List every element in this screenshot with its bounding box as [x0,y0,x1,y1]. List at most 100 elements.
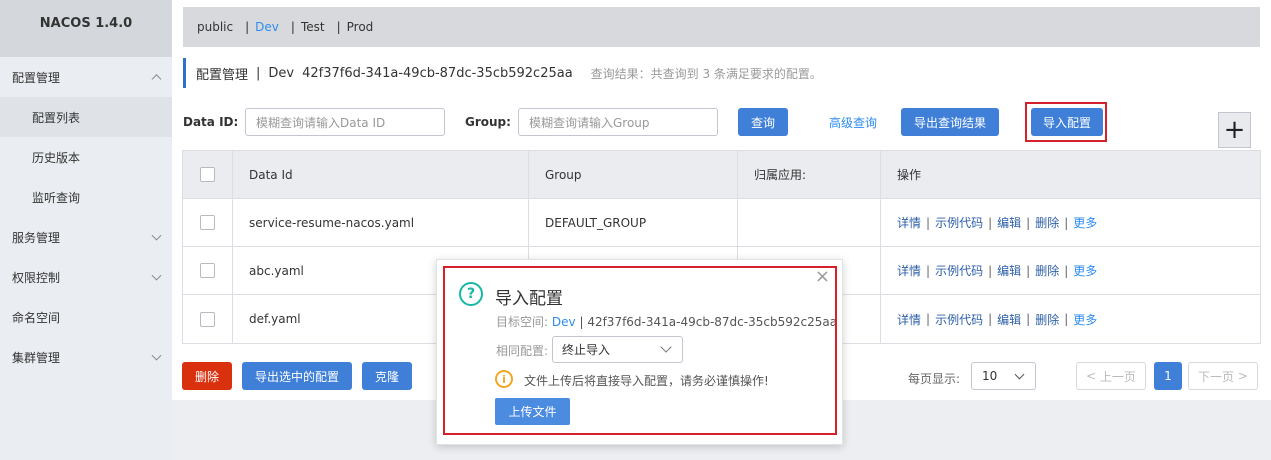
sidebar-item-0[interactable]: 配置管理 [0,57,172,97]
export-selected-button[interactable]: 导出选中的配置 [242,362,352,390]
cell-ops: 详情 | 示例代码 | 编辑 | 删除 | 更多 [881,199,1260,246]
op-link-4[interactable]: 更多 [1073,311,1097,328]
op-link-1[interactable]: 示例代码 [935,311,983,328]
sidebar-item-1[interactable]: 配置列表 [0,97,172,137]
prev-page-button[interactable]: < 上一页 [1076,362,1146,390]
op-separator: | [1064,215,1069,230]
namespace-separator: | [245,20,250,34]
header-dataid: Data Id [233,151,529,198]
op-separator: | [988,312,993,326]
op-separator: | [1026,312,1031,326]
export-query-button[interactable]: 导出查询结果 [901,108,999,136]
group-label: Group: [465,115,511,129]
page-size-select[interactable]: 10 [971,362,1036,390]
op-link-3[interactable]: 删除 [1035,262,1059,279]
op-link-0[interactable]: 详情 [897,262,921,279]
op-separator: | [926,312,931,326]
op-link-0[interactable]: 详情 [897,311,921,328]
op-link-0[interactable]: 详情 [897,214,921,231]
advanced-query-link[interactable]: 高级查询 [823,108,883,136]
chevron-down-icon [151,350,162,361]
op-separator: | [1064,312,1069,326]
header-checkbox-cell [183,151,233,198]
op-link-1[interactable]: 示例代码 [935,214,983,231]
namespace-tab-prod[interactable]: Prod [347,20,374,34]
row-checkbox-cell [183,295,233,343]
same-config-select[interactable]: 终止导入 [552,336,683,363]
op-link-1[interactable]: 示例代码 [935,262,983,279]
cell-dataid: service-resume-nacos.yaml [233,199,529,246]
row-checkbox[interactable] [200,215,215,230]
title-separator: | [256,65,261,81]
dataid-label: Data ID: [183,115,239,129]
page-size-value: 10 [982,369,998,383]
cell-ops: 详情 | 示例代码 | 编辑 | 删除 | 更多 [881,295,1260,343]
sidebar-item-2[interactable]: 历史版本 [0,137,172,177]
target-namespace-id: 42f37f6d-341a-49cb-87dc-35cb592c25aa [587,315,838,329]
sidebar-item-4[interactable]: 服务管理 [0,217,172,257]
namespace-tab-public[interactable]: public [197,20,233,34]
op-separator: | [926,215,931,230]
query-button[interactable]: 查询 [738,108,788,136]
namespace-tab-dev[interactable]: Dev [255,20,279,34]
op-link-4[interactable]: 更多 [1073,262,1097,279]
query-result-hint: 查询结果：共查询到 3 条满足要求的配置。 [590,66,822,81]
dialog-title: 导入配置 [495,289,563,309]
dataid-search-input[interactable]: 模糊查询请输入Data ID [245,108,445,136]
same-config-label: 相同配置: [496,344,549,358]
target-label: 目标空间: [496,315,549,329]
namespace-tab-test[interactable]: Test [301,20,325,34]
target-namespace-line: 目标空间: Dev | 42f37f6d-341a-49cb-87dc-35cb… [496,313,837,330]
chevron-down-icon [660,341,672,353]
op-link-3[interactable]: 删除 [1035,214,1059,231]
sidebar-item-3[interactable]: 监听查询 [0,177,172,217]
chevron-up-icon [151,74,162,85]
sidebar-item-6[interactable]: 命名空间 [0,297,172,337]
cell-group: DEFAULT_GROUP [529,199,738,246]
next-page-button[interactable]: 下一页 > [1188,362,1258,390]
sidebar-menu: 配置管理 配置列表 历史版本 监听查询 服务管理 权限控制 命名空间 集群管理 [0,57,172,377]
select-all-checkbox[interactable] [200,167,215,182]
op-separator: | [1026,263,1031,278]
prev-page-label: 上一页 [1099,369,1136,384]
upload-file-button[interactable]: 上传文件 [495,398,570,425]
search-row: Data ID: 模糊查询请输入Data ID Group: 模糊查询请输入Gr… [183,102,1263,142]
row-checkbox[interactable] [200,263,215,278]
same-config-value: 终止导入 [562,343,611,357]
sidebar-item-label: 配置列表 [32,110,81,125]
brand-logo: NACOS 1.4.0 [0,0,172,57]
header-ops: 操作 [897,168,922,182]
clone-button[interactable]: 克隆 [362,362,412,390]
sidebar-item-label: 权限控制 [12,270,61,285]
page-size-label: 每页显示: [908,372,961,386]
namespace-separator: | [290,20,295,34]
op-link-2[interactable]: 编辑 [997,262,1021,279]
op-link-3[interactable]: 删除 [1035,311,1059,328]
title-namespace-id: 42f37f6d-341a-49cb-87dc-35cb592c25aa [302,65,573,81]
sidebar: NACOS 1.4.0 配置管理配置列表历史版本监听查询服务管理权限控制命名空间… [0,0,172,460]
sidebar-item-label: 监听查询 [32,190,81,205]
op-link-2[interactable]: 编辑 [997,311,1021,328]
cell-ops: 详情 | 示例代码 | 编辑 | 删除 | 更多 [881,247,1260,294]
sidebar-item-5[interactable]: 权限控制 [0,257,172,297]
delete-button[interactable]: 删除 [182,362,232,390]
next-page-label: 下一页 [1198,369,1235,384]
op-link-2[interactable]: 编辑 [997,214,1021,231]
import-highlight-box [1025,102,1107,142]
page-title: 配置管理 | Dev 42f37f6d-341a-49cb-87dc-35cb5… [183,58,822,88]
sidebar-item-label: 历史版本 [32,150,81,165]
chevron-down-icon [151,230,162,241]
add-config-button[interactable]: + [1218,112,1251,148]
op-separator: | [988,263,993,278]
sidebar-item-label: 命名空间 [12,310,61,325]
sidebar-item-label: 服务管理 [12,230,61,245]
namespace-separator: | [336,20,341,34]
header-app: 归属应用: [738,151,881,198]
table-header: Data Id Group 归属应用: 操作 [183,151,1260,199]
group-search-input[interactable]: 模糊查询请输入Group [518,108,718,136]
row-checkbox[interactable] [200,311,215,327]
page-1-button[interactable]: 1 [1154,362,1182,390]
title-namespace: Dev [268,65,295,81]
op-link-4[interactable]: 更多 [1073,214,1097,231]
close-icon[interactable]: × [815,268,830,286]
